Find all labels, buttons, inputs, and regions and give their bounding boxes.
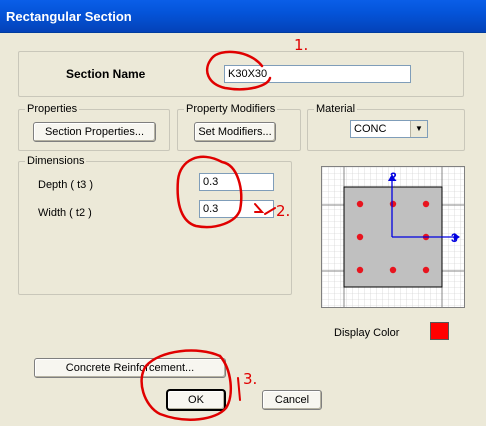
- section-preview: 2 3: [321, 166, 465, 308]
- section-name-input[interactable]: K30X30: [224, 65, 411, 83]
- axis-3-label: 3: [451, 231, 458, 245]
- width-label: Width ( t2 ): [38, 207, 92, 219]
- dimensions-group: Dimensions Depth ( t3 ) 0.3 Width ( t2 )…: [18, 154, 292, 295]
- material-select[interactable]: CONC ▼: [350, 120, 428, 138]
- section-name-label: Section Name: [66, 67, 146, 81]
- rebar-dot: [356, 233, 364, 241]
- rebar-dot: [356, 266, 364, 274]
- display-color-swatch[interactable]: [430, 322, 449, 340]
- chevron-down-icon[interactable]: ▼: [410, 121, 427, 137]
- material-group-title: Material: [314, 102, 358, 116]
- properties-group: Properties Section Properties...: [18, 102, 170, 151]
- properties-group-title: Properties: [25, 102, 80, 116]
- title-bar[interactable]: Rectangular Section: [0, 0, 486, 33]
- axis-2-label: 2: [390, 170, 397, 184]
- depth-input[interactable]: 0.3: [199, 173, 274, 191]
- width-input[interactable]: 0.3: [199, 200, 274, 218]
- ok-button[interactable]: OK: [167, 390, 225, 410]
- property-modifiers-group: Property Modifiers Set Modifiers...: [177, 102, 301, 151]
- rebar-dot: [422, 266, 430, 274]
- display-color-label: Display Color: [334, 327, 400, 339]
- depth-label: Depth ( t3 ): [38, 179, 94, 191]
- dimensions-group-title: Dimensions: [25, 154, 87, 168]
- rebar-dot: [389, 200, 397, 208]
- section-name-group: Section Name K30X30: [18, 51, 464, 97]
- window-title: Rectangular Section: [6, 9, 132, 24]
- rebar-dot: [422, 200, 430, 208]
- section-properties-button[interactable]: Section Properties...: [33, 122, 156, 142]
- concrete-reinforcement-button[interactable]: Concrete Reinforcement...: [34, 358, 226, 378]
- property-modifiers-group-title: Property Modifiers: [184, 102, 278, 116]
- section-preview-canvas: 2 3: [322, 167, 464, 307]
- material-select-value: CONC: [354, 123, 387, 135]
- material-group: Material CONC ▼: [307, 102, 465, 151]
- rebar-dot: [389, 266, 397, 274]
- set-modifiers-button[interactable]: Set Modifiers...: [194, 122, 276, 142]
- cancel-button[interactable]: Cancel: [262, 390, 322, 410]
- dialog-body: Section Name K30X30 Properties Section P…: [3, 33, 483, 423]
- rebar-dot: [356, 200, 364, 208]
